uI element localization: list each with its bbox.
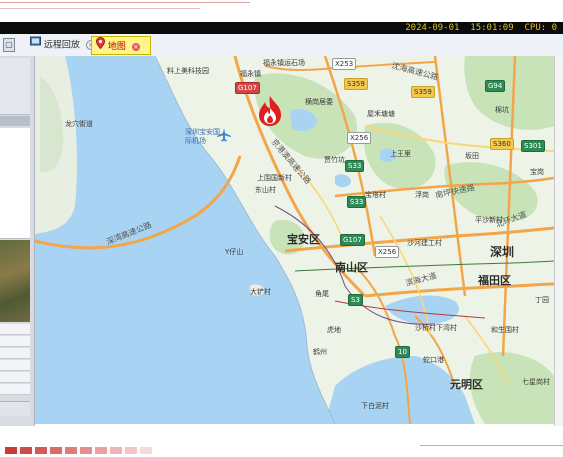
deco-bar [125,447,137,454]
playback-icon [30,36,41,54]
map-label: 福永镇运石场 [263,59,305,67]
map-label: 龙穴街道 [65,120,93,128]
video-thumbnail[interactable] [0,240,30,322]
map-label: 横岗居委 [305,98,333,106]
panel-row[interactable] [0,348,30,359]
map-label: 屋禾塘塘 [367,110,395,118]
map-label: 浮岗 [415,191,429,199]
tab-remote-playback[interactable]: 远程回放 × [26,36,100,53]
fire-icon[interactable] [253,94,287,128]
map-label-district: 元明区 [450,378,483,391]
frame-line-top [0,2,250,3]
deco-bar [5,447,17,454]
deco-bar [35,447,47,454]
map-label: 坂田 [465,152,479,160]
map-label: 贾竹坑 [324,156,345,164]
map-label: 丁园 [535,296,549,304]
panel-row[interactable] [0,336,30,347]
road-shield: S359 [344,78,368,90]
map-label-district: 福田区 [478,274,511,287]
tab-remote-playback-label: 远程回放 [43,40,80,51]
panel-row[interactable] [0,360,30,371]
deco-bar [95,447,107,454]
panel-row[interactable] [0,384,30,395]
road-shield: S359 [411,86,435,98]
map-label: 大铲村 [250,288,271,296]
map-view[interactable]: 料上美科技园 福永镇运石场 龙穴街道 深圳宝安国际机场 横岗居委 屋禾塘塘 贾竹… [35,56,554,424]
map-label: 七星岗村 [522,378,550,386]
map-label: 宝岗 [530,168,544,176]
road-shield: S360 [490,138,514,150]
panel-list[interactable] [0,128,30,239]
map-pin-icon [95,36,106,56]
road-shield: X256 [375,246,400,258]
panel-row[interactable] [0,372,30,383]
tab-map[interactable]: 地图 × [91,36,151,55]
panel-selected-row[interactable] [0,116,30,126]
status-datetime: 2024-09-01 15:01:09 [405,23,514,33]
map-label: Y仔山 [225,248,244,256]
map-label: 和生围村 [491,326,519,334]
map-label: 上围国新村 [257,174,292,182]
map-label-district: 南山区 [335,261,368,274]
deco-bar [50,447,62,454]
deco-bar [65,447,77,454]
road-shield: S33 [347,196,367,208]
map-label: 宝塔村 [365,191,386,199]
map-label: 棉坑 [495,106,509,114]
map-label: 角尾 [315,290,329,298]
map-label: 鹤州 [313,348,327,356]
frame-line-bottom [420,445,563,446]
map-label: 沙河建工村 [407,239,442,247]
map-label: 下白泥村 [361,402,389,410]
map-label: 虎地 [327,326,341,334]
status-bar: 2024-09-01 15:01:09 CPU: 0 [0,22,563,34]
left-panel [0,56,35,426]
map-label-city: 深圳 [490,245,515,259]
road-shield: X253 [332,58,357,70]
tab-bar: ▢ 远程回放 × 地图 × [0,34,563,57]
panel-footer[interactable] [0,401,30,416]
road-shield: X256 [347,132,372,144]
deco-bar [20,447,32,454]
map-label-airport: 深圳宝安国际机场 [185,128,220,145]
map-label: 沙桥村下湾村 [415,324,457,332]
close-icon[interactable]: × [131,42,140,51]
status-text: 2024-09-01 15:01:09 CPU: 0 [405,22,557,34]
road-shield: S301 [521,140,545,152]
panel-row[interactable] [0,324,30,335]
tab-map-label: 地图 [107,42,126,52]
map-label: 蛇口港 [423,356,444,364]
map-label-district: 宝安区 [287,233,320,246]
road-shield: S33 [345,160,365,172]
map-label: 东山村 [255,186,276,194]
map-right-edge [554,56,563,426]
tab-scroll-left[interactable]: ▢ [3,38,15,52]
deco-bar [110,447,122,454]
road-shield: G94 [485,80,506,92]
map-label: 料上美科技园 [167,67,209,75]
road-shield: S3 [348,294,363,306]
map-label: 福永镇 [240,70,261,78]
panel-block [0,58,30,115]
map-label: 上王里 [390,150,411,158]
road-shield: 10 [395,346,410,358]
status-cpu: CPU: 0 [524,23,557,33]
road-shield: G107 [235,82,260,94]
deco-bar [140,447,152,454]
deco-bar [80,447,92,454]
frame-line-top-2 [0,8,200,9]
road-shield: G107 [340,234,365,246]
